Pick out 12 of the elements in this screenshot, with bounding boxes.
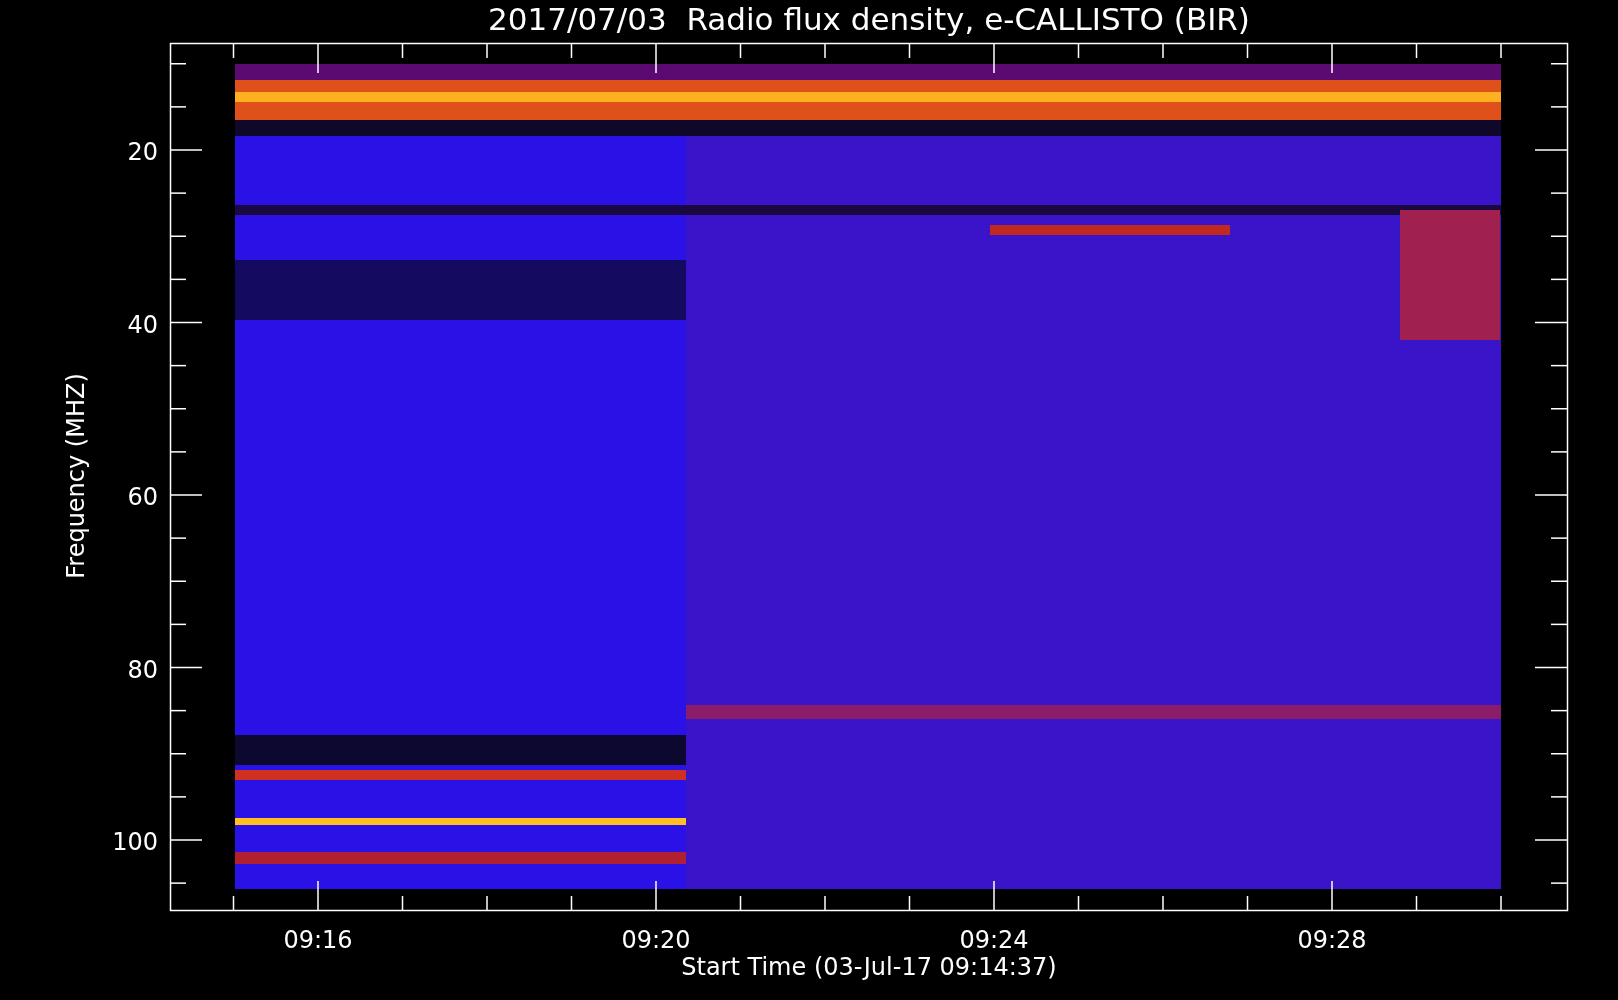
tick-label: 09:24 [959,926,1029,954]
axis-label: Start Time (03-Jul-17 09:14:37) [681,953,1057,981]
tick-label: 09:28 [1297,926,1367,954]
plot-title: 2017/07/03 Radio flux density, e-CALLISTO (BIR) [488,1,1250,37]
axis-label: Frequency (MHZ) [62,373,90,579]
tick-label: 100 [112,828,158,856]
tick-label: 09:20 [621,926,691,954]
tick-label: 09:16 [283,926,353,954]
tick-label: 20 [127,138,158,166]
tick-label: 80 [127,655,158,684]
tick-label: 60 [127,483,158,511]
tick-label: 40 [127,310,158,339]
